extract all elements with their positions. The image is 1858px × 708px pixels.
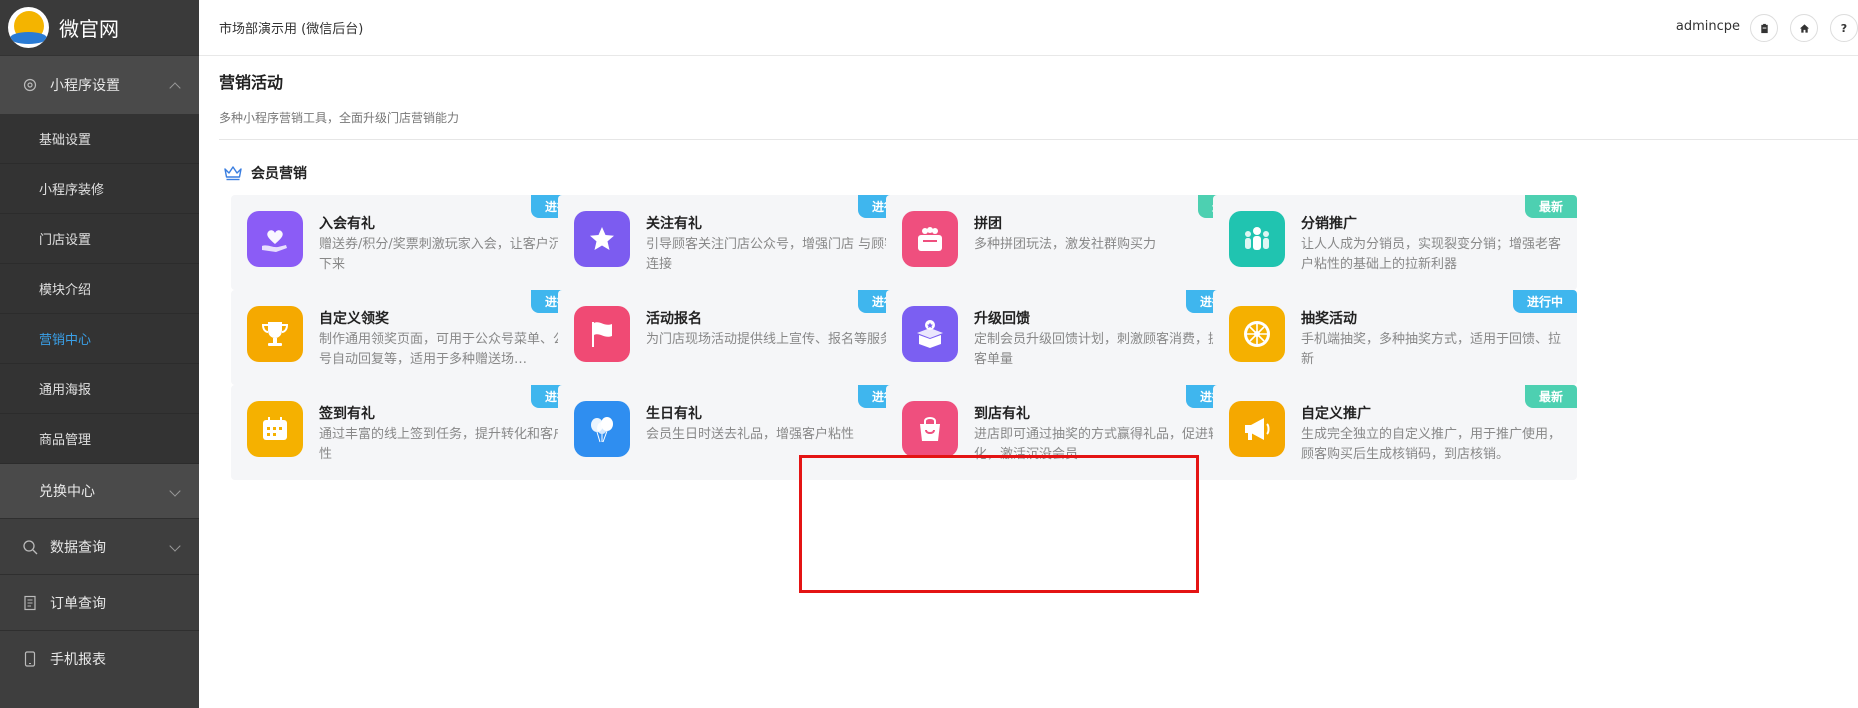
card-description: 会员生日时送去礼品，增强客户粘性 [646,427,855,442]
balloon-icon [574,401,630,457]
card-description: 定制会员升级回馈计划，刺激顾客消费，提高客单量 [974,332,1235,367]
logo-icon [8,7,49,48]
card-description: 手机端抽奖，多种抽奖方式，适用于回馈、拉新 [1301,332,1562,367]
card-title: 抽奖活动 [1301,311,1357,327]
wheel-icon [1229,306,1285,362]
status-badge: 进行中 [1512,290,1577,313]
heart-hand-icon [247,211,303,267]
card-description: 引导顾客关注门店公众号，增强门店 与顾客的连接 [646,237,911,272]
username[interactable]: admincpe [1676,19,1740,34]
sidebar-group-data-query[interactable]: 数据查询 [0,518,199,574]
card-title: 升级回馈 [974,311,1030,327]
calendar-icon [247,401,303,457]
activity-card[interactable]: 关注有礼引导顾客关注门店公众号，增强门店 与顾客的连接进行中 [558,195,922,290]
card-description: 多种拼团玩法，激发社群购买力 [974,237,1157,252]
sidebar-group-order-query[interactable]: 订单查询 [0,574,199,630]
app-name: 微官网 [59,17,119,41]
sidebar-item-module-intro[interactable]: 模块介绍 [0,264,199,314]
card-description: 让人人成为分销员，实现裂变分销；增强老客户粘性的基础上的拉新利器 [1301,237,1562,272]
activity-card[interactable]: 自定义推广生成完全独立的自定义推广，用于推广使用，顾客购买后生成核销码，到店核销… [1213,385,1577,480]
card-title: 生日有礼 [646,406,702,422]
chevron-up-icon [169,82,181,94]
sidebar-group-label: 手机报表 [50,651,106,668]
page-subtitle: 多种小程序营销工具，全面升级门店营销能力 [219,111,460,125]
shop-bag-icon [902,401,958,457]
sidebar-item-basic-settings[interactable]: 基础设置 [0,114,199,164]
card-description: 通过丰富的线上签到任务，提升转化和客户粘性 [319,427,580,462]
card-title: 自定义推广 [1301,406,1371,422]
megaphone-icon [1229,401,1285,457]
status-badge: 最新 [1524,385,1577,408]
sidebar-group-mobile-report[interactable]: 手机报表 [0,630,199,686]
help-icon[interactable]: ? [1830,14,1858,42]
card-description: 赠送券/积分/奖票刺激玩家入会，让客户沉淀下来 [319,237,575,272]
sidebar-item-decoration[interactable]: 小程序装修 [0,164,199,214]
activity-card[interactable]: 分销推广让人人成为分销员，实现裂变分销；增强老客户粘性的基础上的拉新利器 最新 [1213,195,1577,290]
card-title: 到店有礼 [974,406,1030,422]
sidebar-group-label: 订单查询 [50,595,106,612]
sidebar-item-products[interactable]: 商品管理 [0,414,199,464]
gear-icon [22,77,38,93]
trophy-icon [247,306,303,362]
divider [219,139,1858,140]
card-title: 活动报名 [646,311,702,327]
sidebar-item-marketing-center[interactable]: 营销中心 [0,314,199,364]
sidebar-item-poster[interactable]: 通用海报 [0,364,199,414]
logo-bar[interactable]: 微官网 [0,0,199,56]
search-icon [22,539,38,555]
clipboard-icon[interactable] [1750,14,1778,42]
sidebar-group-exchange[interactable]: 兑换中心 [0,464,199,518]
card-description: 为门店现场活动提供线上宣传、报名等服务 [646,332,894,347]
star-icon [574,211,630,267]
sidebar-group-label: 小程序设置 [50,78,120,94]
card-title: 入会有礼 [319,216,375,232]
activity-card[interactable]: 自定义领奖制作通用领奖页面，可用于公众号菜单、公众号自动回复等，适用于多种赠送场… [231,290,595,385]
page-title: 营销活动 [219,73,284,92]
sidebar-group-label: 兑换中心 [39,484,95,500]
sidebar-item-store-settings[interactable]: 门店设置 [0,214,199,264]
card-title: 关注有礼 [646,216,702,232]
activity-card[interactable]: 签到有礼通过丰富的线上签到任务，提升转化和客户粘性进行中 [231,385,595,480]
section-title: 会员营销 [251,166,307,182]
card-title: 拼团 [974,216,1002,232]
activity-card[interactable]: 活动报名为门店现场活动提供线上宣传、报名等服务进行中 [558,290,922,385]
highlight-box [799,455,1199,593]
activity-card[interactable]: 抽奖活动手机端抽奖，多种抽奖方式，适用于回馈、拉新 进行中 [1213,290,1577,385]
people-icon [1229,211,1285,267]
activity-card[interactable]: 入会有礼赠送券/积分/奖票刺激玩家入会，让客户沉淀下来进行中 [231,195,595,290]
phone-icon [22,650,38,667]
top-header: 市场部演示用 (微信后台) admincpe ? [199,0,1858,56]
document-icon [22,595,38,611]
card-description: 制作通用领奖页面，可用于公众号菜单、公众号自动回复等，适用于多种赠送场… [319,332,580,367]
status-badge: 最新 [1524,195,1577,218]
chevron-down-icon [169,485,181,497]
sidebar: 微官网 小程序设置 基础设置 小程序装修 门店设置 模块介绍 营销中心 通用海报… [0,0,199,708]
gift-box-icon [902,306,958,362]
sidebar-group-miniprogram-settings[interactable]: 小程序设置 [0,56,199,114]
sidebar-submenu: 基础设置 小程序装修 门店设置 模块介绍 营销中心 通用海报 商品管理 [0,114,199,464]
card-description: 生成完全独立的自定义推广，用于推广使用，顾客购买后生成核销码，到店核销。 [1301,427,1562,462]
flag-icon [574,306,630,362]
card-title: 自定义领奖 [319,311,389,327]
account-name: 市场部演示用 (微信后台) [219,22,364,37]
card-title: 签到有礼 [319,406,375,422]
activity-card[interactable]: 升级回馈定制会员升级回馈计划，刺激顾客消费，提高客单量进行中 [886,290,1250,385]
sidebar-group-label: 数据查询 [50,539,106,556]
group-bag-icon [902,211,958,267]
chevron-down-icon [169,540,181,552]
activity-card[interactable]: 拼团多种拼团玩法，激发社群购买力最新 [886,195,1250,290]
card-title: 分销推广 [1301,216,1357,232]
home-icon[interactable] [1790,14,1818,42]
section-header: 会员营销 [223,163,307,183]
main-content: 营销活动 多种小程序营销工具，全面升级门店营销能力 会员营销 入会有礼赠送券/积… [199,57,1858,708]
crown-icon [224,166,242,181]
